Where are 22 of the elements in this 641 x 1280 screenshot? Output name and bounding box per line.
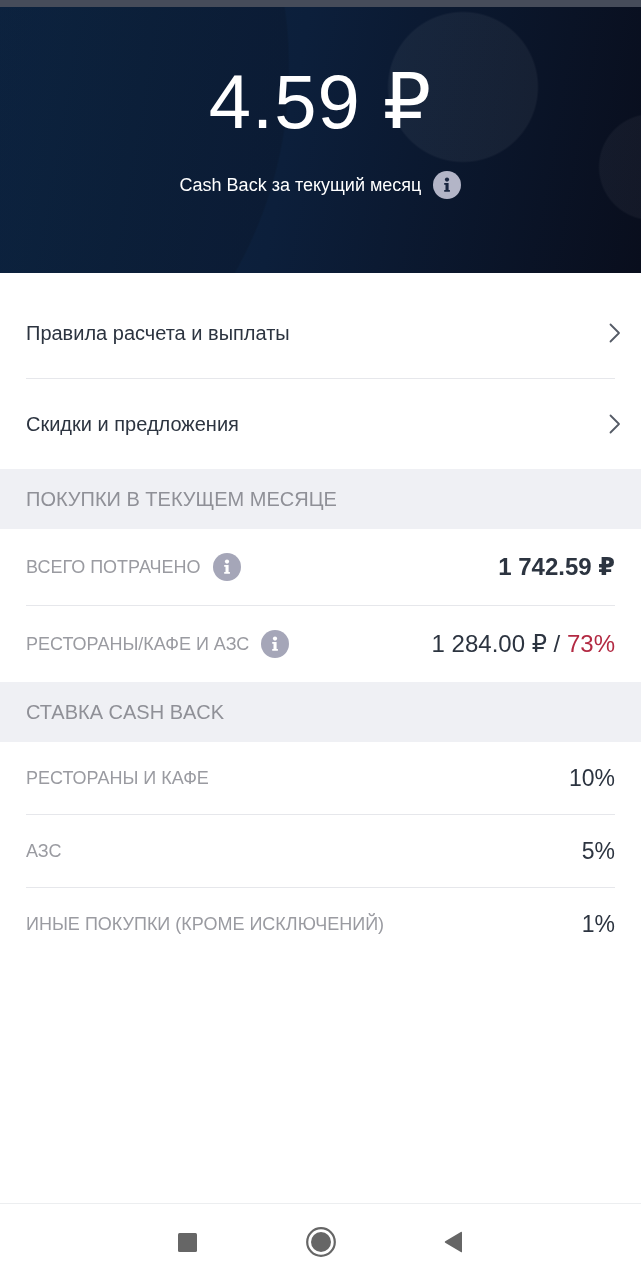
menu-item[interactable]: Правила расчета и выплаты (0, 288, 641, 378)
menu-item[interactable]: Скидки и предложения (0, 379, 641, 469)
cashback-amount: 4.59 ₽ (208, 62, 433, 142)
rate-value: 5% (581, 837, 615, 865)
chevron-right-icon (609, 414, 621, 434)
back-icon[interactable] (444, 1231, 463, 1253)
amount-value: 1 742.59 ₽ (498, 553, 615, 581)
chevron-right-icon (609, 323, 621, 343)
rate-value: 1% (581, 910, 615, 938)
home-icon[interactable] (305, 1227, 336, 1257)
row-label: ВСЕГО ПОТРАЧЕНО (26, 556, 201, 578)
amount-share-value: 1 284.00 ₽ / 73% (431, 630, 615, 658)
row-label: РЕСТОРАНЫ И КАФЕ (26, 767, 209, 789)
row-label: ИНЫЕ ПОКУПКИ (КРОМЕ ИСКЛЮЧЕНИЙ) (26, 913, 385, 935)
section-header: СТАВКА CASH BACK (0, 682, 641, 742)
row-label: АЗС (26, 840, 62, 862)
section-header: ПОКУПКИ В ТЕКУЩЕМ МЕСЯЦЕ (0, 469, 641, 529)
cashback-caption: Cash Back за текущий месяц (179, 174, 422, 196)
row-label: РЕСТОРАНЫ/КАФЕ И АЗС (26, 633, 250, 655)
recents-icon[interactable] (178, 1232, 197, 1252)
rate-value: 10% (568, 764, 615, 792)
info-icon[interactable] (433, 171, 462, 199)
